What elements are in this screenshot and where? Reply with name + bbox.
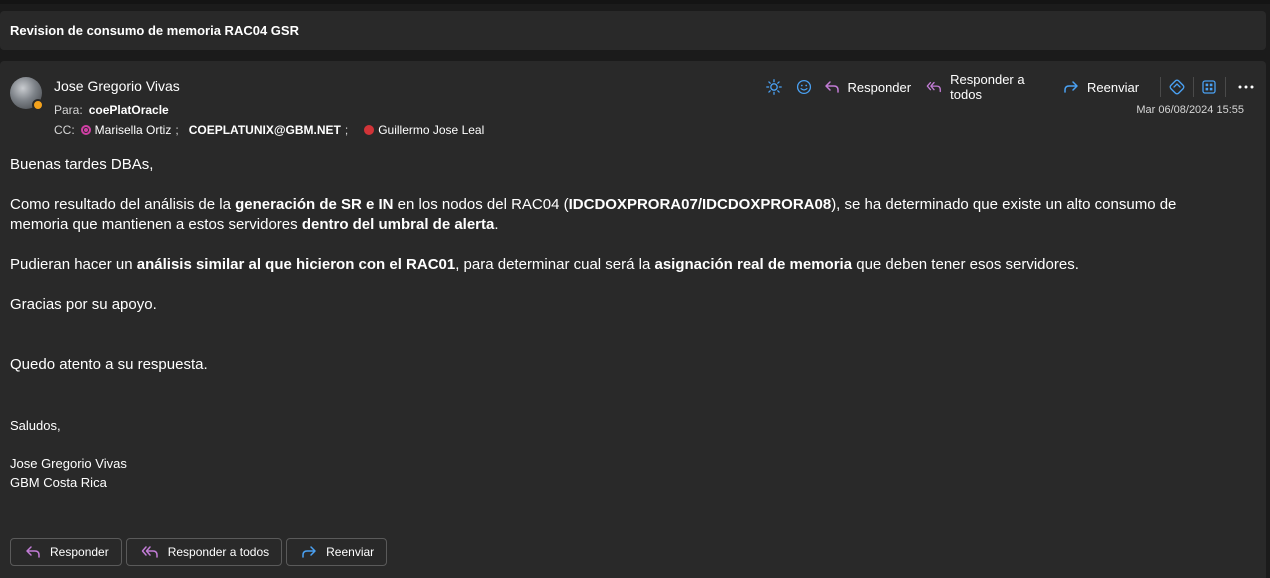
body-paragraph: Pudieran hacer un análisis similar al qu…	[10, 256, 1079, 273]
message-body: Buenas tardes DBAs, Como resultado del a…	[10, 155, 1210, 492]
loop-component-icon[interactable]	[1167, 76, 1187, 98]
presence-away-icon	[32, 99, 44, 111]
forward-label: Reenviar	[1087, 79, 1140, 95]
more-actions-icon[interactable]	[1236, 76, 1256, 98]
cc-status-busy-icon	[364, 125, 375, 135]
reply-all-icon	[141, 546, 158, 558]
reply-icon	[824, 81, 839, 93]
cc-separator: ;	[175, 123, 179, 137]
message-toolbar: Responder Responder a todos Reenviar	[764, 72, 1266, 102]
email-subject: Revision de consumo de memoria RAC04 GSR	[10, 23, 299, 38]
emoji-reaction-icon[interactable]	[794, 76, 814, 98]
cc-recipient[interactable]: Guillermo Jose Leal	[378, 123, 484, 137]
subject-bar: Revision de consumo de memoria RAC04 GSR	[0, 11, 1266, 50]
message-card: Jose Gregorio Vivas Para: coePlatOracle …	[0, 61, 1266, 578]
cc-line: CC: Marisella Ortiz; COEPLATUNIX@GBM.NET…	[54, 123, 484, 137]
reply-all-icon	[926, 81, 942, 93]
bottom-reply-button[interactable]: Responder	[10, 538, 122, 566]
closing: Saludos,	[10, 418, 61, 433]
reply-button[interactable]: Responder	[824, 76, 912, 98]
signature-company: GBM Costa Rica	[10, 475, 107, 490]
forward-icon	[1064, 81, 1078, 93]
bottom-forward-button[interactable]: Reenviar	[286, 538, 388, 566]
bottom-actions: Responder Responder a todos Reenviar	[10, 538, 388, 566]
reply-all-label: Responder a todos	[167, 545, 270, 559]
body-paragraph: Gracias por su apoyo.	[10, 296, 157, 313]
to-label: Para:	[54, 103, 83, 117]
reply-all-label: Responder a todos	[950, 72, 1025, 102]
forward-icon	[302, 546, 316, 558]
cc-separator: ;	[344, 123, 349, 137]
cc-recipient[interactable]: Marisella Ortiz	[95, 123, 172, 137]
toolbar-divider	[1160, 77, 1161, 97]
cc-label: CC:	[54, 123, 75, 137]
toolbar-divider	[1225, 77, 1227, 97]
signature-name: Jose Gregorio Vivas	[10, 456, 127, 471]
top-divider	[0, 0, 1270, 4]
sent-date: Mar 06/08/2024 15:55	[1136, 104, 1244, 116]
reply-label: Responder	[847, 79, 912, 95]
body-paragraph: Como resultado del análisis de la genera…	[10, 196, 1177, 233]
cc-status-ring-icon	[80, 125, 91, 135]
sender-name[interactable]: Jose Gregorio Vivas	[54, 78, 180, 94]
body-paragraph: Quedo atento a su respuesta.	[10, 356, 208, 373]
cc-recipient[interactable]: COEPLATUNIX@GBM.NET	[189, 123, 341, 137]
apps-icon[interactable]	[1200, 76, 1220, 98]
to-recipient[interactable]: coePlatOracle	[89, 103, 169, 117]
forward-label: Reenviar	[326, 545, 375, 559]
to-line: Para: coePlatOracle	[54, 103, 169, 117]
immersive-reader-icon[interactable]	[764, 76, 784, 98]
forward-button[interactable]: Reenviar	[1063, 76, 1139, 98]
toolbar-divider	[1192, 77, 1194, 97]
reply-all-button[interactable]: Responder a todos	[926, 72, 1048, 102]
reply-label: Responder	[50, 545, 109, 559]
reply-icon	[26, 546, 40, 558]
bottom-reply-all-button[interactable]: Responder a todos	[125, 538, 283, 566]
greeting: Buenas tardes DBAs,	[10, 156, 154, 173]
